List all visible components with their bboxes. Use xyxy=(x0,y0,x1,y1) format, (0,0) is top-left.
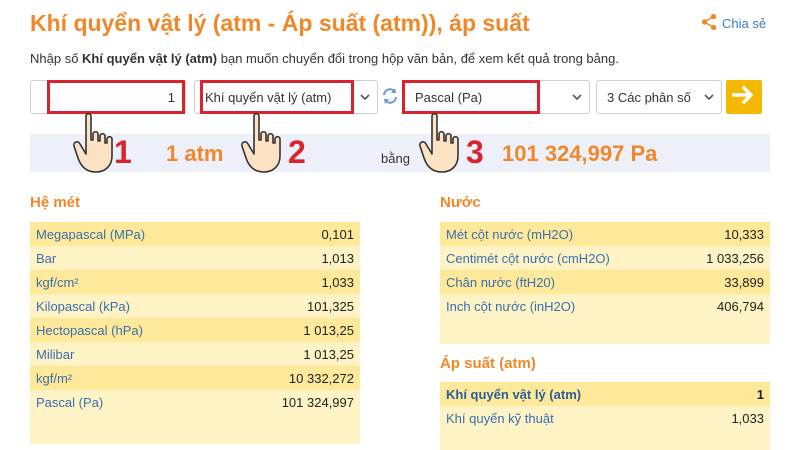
unit-name: Pascal (Pa) xyxy=(36,394,104,410)
pointing-hand-icon xyxy=(73,112,113,173)
table-row[interactable]: kgf/m² 10 332,272 xyxy=(30,366,360,390)
swap-arrows-icon xyxy=(380,88,400,110)
table-row[interactable]: kgf/cm² 1,033 xyxy=(30,270,360,294)
unit-value: 10 332,272 xyxy=(288,370,354,386)
decimals-value: 3 Các phân số xyxy=(607,89,691,105)
pointing-hand-icon xyxy=(419,112,459,173)
pointing-hand-icon xyxy=(241,112,281,173)
table-row[interactable]: Milibar 1 013,25 xyxy=(30,342,360,366)
unit-name: kgf/cm² xyxy=(36,274,79,290)
unit-value: 10,333 xyxy=(724,226,764,242)
unit-value: 1 013,25 xyxy=(303,322,354,338)
unit-value: 1 033,256 xyxy=(706,250,764,266)
unit-name: Khí quyển vật lý (atm) xyxy=(446,386,582,402)
chevron-down-icon xyxy=(359,91,371,106)
decimals-select[interactable]: 3 Các phân số xyxy=(596,80,722,114)
unit-value: 101 324,997 xyxy=(281,394,354,410)
table-row[interactable]: Pascal (Pa) 101 324,997 xyxy=(30,390,360,414)
unit-name: Centimét cột nước (cmH2O) xyxy=(446,250,610,266)
unit-name: Chân nước (ftH20) xyxy=(446,274,555,290)
intro-unit: Khí quyển vật lý (atm) xyxy=(82,51,218,66)
chevron-down-icon xyxy=(703,91,715,106)
table-row[interactable]: Hectopascal (hPa) 1 013,25 xyxy=(30,318,360,342)
unit-name: kgf/m² xyxy=(36,370,73,386)
unit-name: Megapascal (MPa) xyxy=(36,226,146,242)
table-row[interactable]: Mét cột nước (mH2O) 10,333 xyxy=(440,222,770,246)
table-row[interactable]: Inch cột nước (inH2O) 406,794 xyxy=(440,294,770,318)
unit-name: Kilopascal (kPa) xyxy=(36,298,130,314)
section-title-water: Nước xyxy=(440,194,481,211)
table-row[interactable]: Chân nước (ftH20) 33,899 xyxy=(440,270,770,294)
unit-value: 1,033 xyxy=(731,410,764,426)
highlight-box-to-unit xyxy=(402,80,540,114)
section-title-pressure: Áp suất (atm) xyxy=(440,355,536,372)
table-row[interactable]: Centimét cột nước (cmH2O) 1 033,256 xyxy=(440,246,770,270)
arrow-right-icon xyxy=(732,85,756,110)
share-label: Chia sẻ xyxy=(722,16,767,31)
unit-name: Mét cột nước (mH2O) xyxy=(446,226,574,242)
highlight-box-from-unit xyxy=(200,80,354,114)
table-row[interactable]: Kilopascal (kPa) 101,325 xyxy=(30,294,360,318)
unit-value: 1 013,25 xyxy=(303,346,354,362)
result-source: 1 atm xyxy=(166,141,224,166)
unit-value: 1,013 xyxy=(321,250,354,266)
table-row[interactable]: Khí quyển kỹ thuật 1,033 xyxy=(440,406,770,430)
unit-name: Hectopascal (hPa) xyxy=(36,322,143,338)
highlight-box-input xyxy=(47,80,185,114)
water-table: Mét cột nước (mH2O) 10,333 Centimét cột n… xyxy=(440,222,770,344)
swap-button[interactable] xyxy=(380,86,400,106)
unit-name: Milibar xyxy=(36,346,75,362)
unit-value: 406,794 xyxy=(717,298,764,314)
table-row[interactable]: Bar 1,013 xyxy=(30,246,360,270)
unit-name: Khí quyển kỹ thuật xyxy=(446,410,554,426)
unit-name: Bar xyxy=(36,250,57,266)
table-row[interactable]: Khí quyển vật lý (atm) 1 xyxy=(440,382,770,406)
unit-value: 33,899 xyxy=(724,274,764,290)
share-button[interactable]: Chia sẻ xyxy=(700,13,766,34)
step-number-3: 3 xyxy=(466,134,484,170)
intro-suffix: bạn muốn chuyển đổi trong hộp văn bản, đ… xyxy=(217,51,619,66)
pressure-table: Khí quyển vật lý (atm) 1 Khí quyển kỹ thu… xyxy=(440,382,770,450)
table-row[interactable]: Megapascal (MPa) 0,101 xyxy=(30,222,360,246)
page-title: Khí quyển vật lý (atm - Áp suất (atm)), … xyxy=(30,10,530,36)
intro-prefix: Nhập số xyxy=(30,51,83,66)
share-icon xyxy=(700,13,718,34)
unit-value: 0,101 xyxy=(321,226,354,242)
unit-value: 1,033 xyxy=(321,274,354,290)
result-equals: bằng xyxy=(381,151,410,166)
chevron-down-icon xyxy=(571,91,583,106)
convert-button[interactable] xyxy=(726,80,762,114)
unit-value: 101,325 xyxy=(307,298,354,314)
unit-value: 1 xyxy=(756,386,764,402)
metric-table: Megapascal (MPa) 0,101 Bar 1,013 kgf/cm² 1,… xyxy=(30,222,360,444)
intro-text: Nhập số Khí quyển vật lý (atm) bạn muốn … xyxy=(30,51,619,66)
step-number-1: 1 xyxy=(114,134,132,170)
result-target: 101 324,997 Pa xyxy=(502,141,658,166)
unit-name: Inch cột nước (inH2O) xyxy=(446,298,576,314)
section-title-metric: Hệ mét xyxy=(30,194,81,211)
step-number-2: 2 xyxy=(288,134,306,170)
